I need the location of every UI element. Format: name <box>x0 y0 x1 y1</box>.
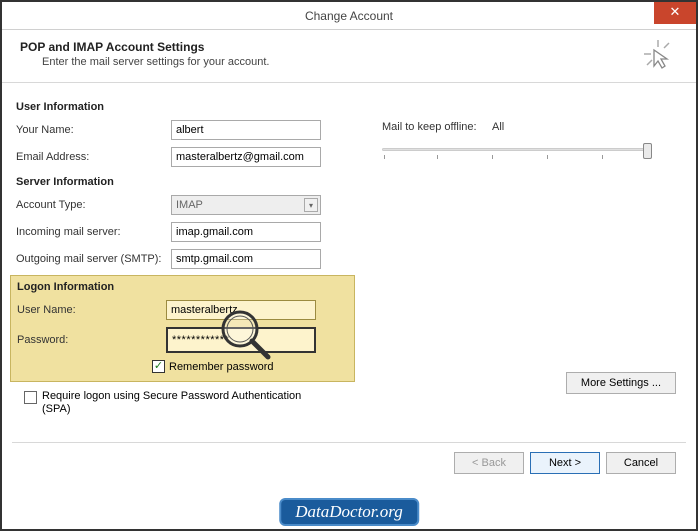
label-username: User Name: <box>17 304 166 316</box>
slider-tick <box>492 155 493 159</box>
incoming-server-input[interactable] <box>171 222 321 242</box>
back-button[interactable]: < Back <box>454 452 524 474</box>
row-remember: ✓ Remember password <box>152 360 348 373</box>
label-spa: Require logon using Secure Password Auth… <box>42 390 332 416</box>
slider-tick <box>437 155 438 159</box>
password-input[interactable] <box>166 327 316 353</box>
section-user-info: User Information <box>16 101 682 113</box>
row-incoming: Incoming mail server: <box>16 221 682 243</box>
label-incoming: Incoming mail server: <box>16 226 171 238</box>
cursor-arrow-icon <box>642 38 674 70</box>
your-name-input[interactable] <box>171 120 321 140</box>
checkmark-icon: ✓ <box>154 361 163 372</box>
more-settings-wrap: More Settings ... <box>566 372 676 394</box>
row-outgoing: Outgoing mail server (SMTP): <box>16 248 682 270</box>
label-remember: Remember password <box>169 361 274 373</box>
label-account-type: Account Type: <box>16 199 171 211</box>
slider-tick <box>384 155 385 159</box>
header-title: POP and IMAP Account Settings <box>20 40 678 54</box>
header-panel: POP and IMAP Account Settings Enter the … <box>2 30 696 83</box>
mail-keep-value: All <box>492 121 504 133</box>
next-button[interactable]: Next > <box>530 452 600 474</box>
watermark: DataDoctor.org <box>279 498 419 526</box>
right-column: Mail to keep offline: All <box>382 121 652 161</box>
chevron-down-icon: ▾ <box>304 198 318 212</box>
section-server-info: Server Information <box>16 176 682 188</box>
close-button[interactable]: ✕ <box>654 2 696 24</box>
slider-thumb[interactable] <box>643 143 652 159</box>
footer-separator <box>12 442 686 443</box>
mail-keep-slider[interactable] <box>382 143 652 161</box>
spa-checkbox[interactable] <box>24 391 37 404</box>
slider-track <box>382 148 652 151</box>
window-title: Change Account <box>305 9 393 23</box>
email-input[interactable] <box>171 147 321 167</box>
label-outgoing: Outgoing mail server (SMTP): <box>16 253 171 265</box>
titlebar: Change Account ✕ <box>2 2 696 30</box>
remember-checkbox[interactable]: ✓ <box>152 360 165 373</box>
slider-tick <box>602 155 603 159</box>
label-email: Email Address: <box>16 151 171 163</box>
label-your-name: Your Name: <box>16 124 171 136</box>
footer-buttons: < Back Next > Cancel <box>454 452 676 474</box>
row-account-type: Account Type: IMAP ▾ <box>16 194 682 216</box>
more-settings-button[interactable]: More Settings ... <box>566 372 676 394</box>
label-password: Password: <box>17 334 166 346</box>
account-type-value: IMAP <box>176 199 203 211</box>
mail-keep-row: Mail to keep offline: All <box>382 121 652 133</box>
close-icon: ✕ <box>670 4 681 19</box>
logon-highlight-box: Logon Information User Name: Password: ✓… <box>10 275 355 382</box>
account-type-select[interactable]: IMAP ▾ <box>171 195 321 215</box>
section-logon-info: Logon Information <box>17 281 348 293</box>
slider-tick <box>547 155 548 159</box>
row-username: User Name: <box>17 299 348 321</box>
label-mail-keep: Mail to keep offline: <box>382 121 492 133</box>
username-input[interactable] <box>166 300 316 320</box>
header-subtitle: Enter the mail server settings for your … <box>42 56 678 68</box>
row-password: Password: <box>17 326 348 354</box>
outgoing-server-input[interactable] <box>171 249 321 269</box>
cancel-button[interactable]: Cancel <box>606 452 676 474</box>
